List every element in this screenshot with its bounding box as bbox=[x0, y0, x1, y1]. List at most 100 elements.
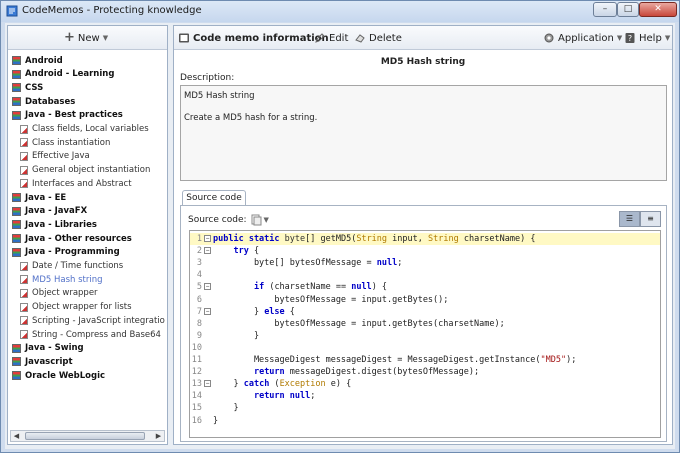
tree-category[interactable]: Databases bbox=[12, 95, 75, 108]
tree-category[interactable]: Java - Libraries bbox=[12, 218, 97, 231]
description-label: Description: bbox=[180, 73, 235, 83]
tree-category[interactable]: Java - Swing bbox=[12, 342, 84, 355]
code-token: input, bbox=[387, 234, 428, 244]
application-menu[interactable]: Application ▼ bbox=[543, 31, 622, 45]
delete-button[interactable]: Delete bbox=[354, 31, 402, 45]
code-token: } bbox=[213, 403, 239, 414]
code-token: (charsetName == bbox=[264, 282, 352, 293]
category-icon bbox=[12, 97, 21, 107]
tree-category[interactable]: Java - Best practices bbox=[12, 109, 123, 122]
code-token: bytesOfMessage = input.getBytes(); bbox=[213, 294, 449, 305]
sidebar: + New ▼ Android Android - Learning CSS Data… bbox=[7, 25, 168, 445]
gear-icon bbox=[544, 33, 554, 43]
tree-category[interactable]: Java - Other resources bbox=[12, 232, 132, 245]
tree-memo-item[interactable]: Effective Java bbox=[20, 150, 90, 163]
copy-dropdown[interactable]: ▼ bbox=[251, 214, 269, 226]
tree-item-label: Databases bbox=[25, 96, 76, 107]
code-line: 15 } bbox=[190, 402, 660, 414]
maximize-button[interactable]: □ bbox=[617, 2, 639, 17]
fold-toggle-icon[interactable]: − bbox=[204, 247, 211, 255]
help-menu[interactable]: ? Help ▼ bbox=[624, 31, 670, 45]
code-text: try { bbox=[213, 245, 259, 257]
tree-item-label: Java - Best practices bbox=[25, 110, 123, 121]
scroll-right-icon[interactable]: ▶ bbox=[153, 431, 164, 441]
tree-item-label: Oracle WebLogic bbox=[25, 370, 106, 381]
tree-item-label: Java - JavaFX bbox=[25, 206, 88, 217]
close-button[interactable]: ✕ bbox=[639, 2, 677, 17]
list-view-button[interactable]: ≡ bbox=[640, 211, 661, 227]
line-number: 2 bbox=[196, 246, 202, 257]
tree-memo-item[interactable]: Scripting - JavaScript integratio bbox=[20, 314, 165, 327]
code-token: byte[] bytesOfMessage = bbox=[213, 258, 377, 269]
tree-memo-item[interactable]: String - Compress and Base64 bbox=[20, 328, 161, 341]
tree-memo-item[interactable]: Class fields, Local variables bbox=[20, 123, 149, 136]
code-token: return bbox=[253, 367, 285, 378]
scroll-left-icon[interactable]: ◀ bbox=[11, 431, 22, 441]
memo-icon bbox=[20, 288, 28, 298]
memo-tree: Android Android - Learning CSS Databases Jav… bbox=[8, 54, 167, 428]
new-button[interactable]: + New ▼ bbox=[64, 31, 108, 45]
tree-category[interactable]: Java - EE bbox=[12, 191, 66, 204]
memo-icon bbox=[20, 316, 28, 326]
tree-memo-item[interactable]: Date / Time functions bbox=[20, 260, 123, 273]
window-title: CodeMemos - Protecting knowledge bbox=[22, 5, 202, 16]
scrollbar-thumb[interactable] bbox=[25, 432, 145, 440]
tree-item-label: Java - EE bbox=[25, 192, 67, 203]
tree-category[interactable]: CSS bbox=[12, 81, 43, 94]
sidebar-toolbar: + New ▼ bbox=[8, 26, 167, 50]
fold-toggle-icon[interactable]: − bbox=[204, 307, 211, 315]
memo-title: MD5 Hash string bbox=[380, 57, 466, 67]
code-token: messageDigest.digest(bytesOfMessage); bbox=[284, 367, 480, 378]
description-line: MD5 Hash string bbox=[184, 91, 255, 101]
code-token: } bbox=[213, 306, 265, 317]
code-text: public static byte[] getMD5(String input… bbox=[213, 233, 535, 245]
code-line: 11 MessageDigest messageDigest = Message… bbox=[190, 354, 660, 366]
edit-label: Edit bbox=[329, 32, 349, 44]
tab-source-code[interactable]: Source code bbox=[182, 190, 246, 206]
tree-memo-item[interactable]: Class instantiation bbox=[20, 136, 110, 149]
tree-category[interactable]: Javascript bbox=[12, 355, 73, 368]
fold-toggle-icon[interactable]: − bbox=[204, 380, 211, 388]
line-number: 4 bbox=[196, 270, 202, 281]
code-line: 1− public static byte[] getMD5(String inp… bbox=[190, 233, 660, 245]
code-text: return null; bbox=[213, 390, 315, 402]
code-token: byte bbox=[284, 234, 306, 244]
tree-memo-item[interactable]: Object wrapper for lists bbox=[20, 301, 132, 314]
memo-icon bbox=[20, 179, 28, 189]
edit-button[interactable]: Edit bbox=[314, 31, 348, 45]
code-token: return null bbox=[253, 391, 311, 402]
tree-memo-item[interactable]: General object instantiation bbox=[20, 164, 150, 177]
horizontal-scrollbar[interactable]: ◀ ▶ bbox=[10, 430, 165, 442]
source-code-panel: Source code: ▼ ☰ ≡ 1− public static byte[… bbox=[180, 205, 667, 442]
description-line: Create a MD5 hash for a string. bbox=[184, 113, 318, 123]
code-line: 10 bbox=[190, 342, 660, 354]
tree-item-label: CSS bbox=[25, 82, 44, 93]
fold-toggle-icon[interactable]: − bbox=[204, 283, 211, 291]
copy-icon bbox=[251, 214, 262, 226]
tree-memo-item[interactable]: MD5 Hash string bbox=[20, 273, 103, 286]
code-editor[interactable]: 1− public static byte[] getMD5(String inp… bbox=[189, 230, 661, 438]
tree-category[interactable]: Java - JavaFX bbox=[12, 205, 87, 218]
code-token: MessageDigest messageDigest = MessageDig… bbox=[213, 355, 541, 365]
category-icon bbox=[12, 357, 21, 367]
tree-memo-item[interactable]: Interfaces and Abstract bbox=[20, 177, 132, 190]
help-label: Help bbox=[639, 32, 662, 44]
tree-category[interactable]: Android bbox=[12, 54, 63, 67]
tree-category[interactable]: Java - Programming bbox=[12, 246, 120, 259]
category-icon bbox=[12, 371, 21, 381]
tree-item-label: Android - Learning bbox=[25, 69, 115, 80]
tree-memo-item[interactable]: Object wrapper bbox=[20, 287, 98, 300]
fold-toggle-icon[interactable]: − bbox=[204, 235, 211, 242]
minimize-button[interactable]: – bbox=[593, 2, 617, 17]
chevron-down-icon: ▼ bbox=[102, 34, 109, 42]
memo-info-button[interactable]: Code memo information bbox=[178, 31, 329, 45]
description-field[interactable]: MD5 Hash string Create a MD5 hash for a … bbox=[180, 85, 667, 181]
code-token: if bbox=[253, 282, 265, 293]
tree-category[interactable]: Android - Learning bbox=[12, 68, 114, 81]
code-line: 3 byte[] bytesOfMessage = null; bbox=[190, 257, 660, 269]
align-view-button[interactable]: ☰ bbox=[619, 211, 640, 227]
eraser-icon bbox=[355, 34, 365, 43]
tree-category[interactable]: Oracle WebLogic bbox=[12, 369, 105, 382]
